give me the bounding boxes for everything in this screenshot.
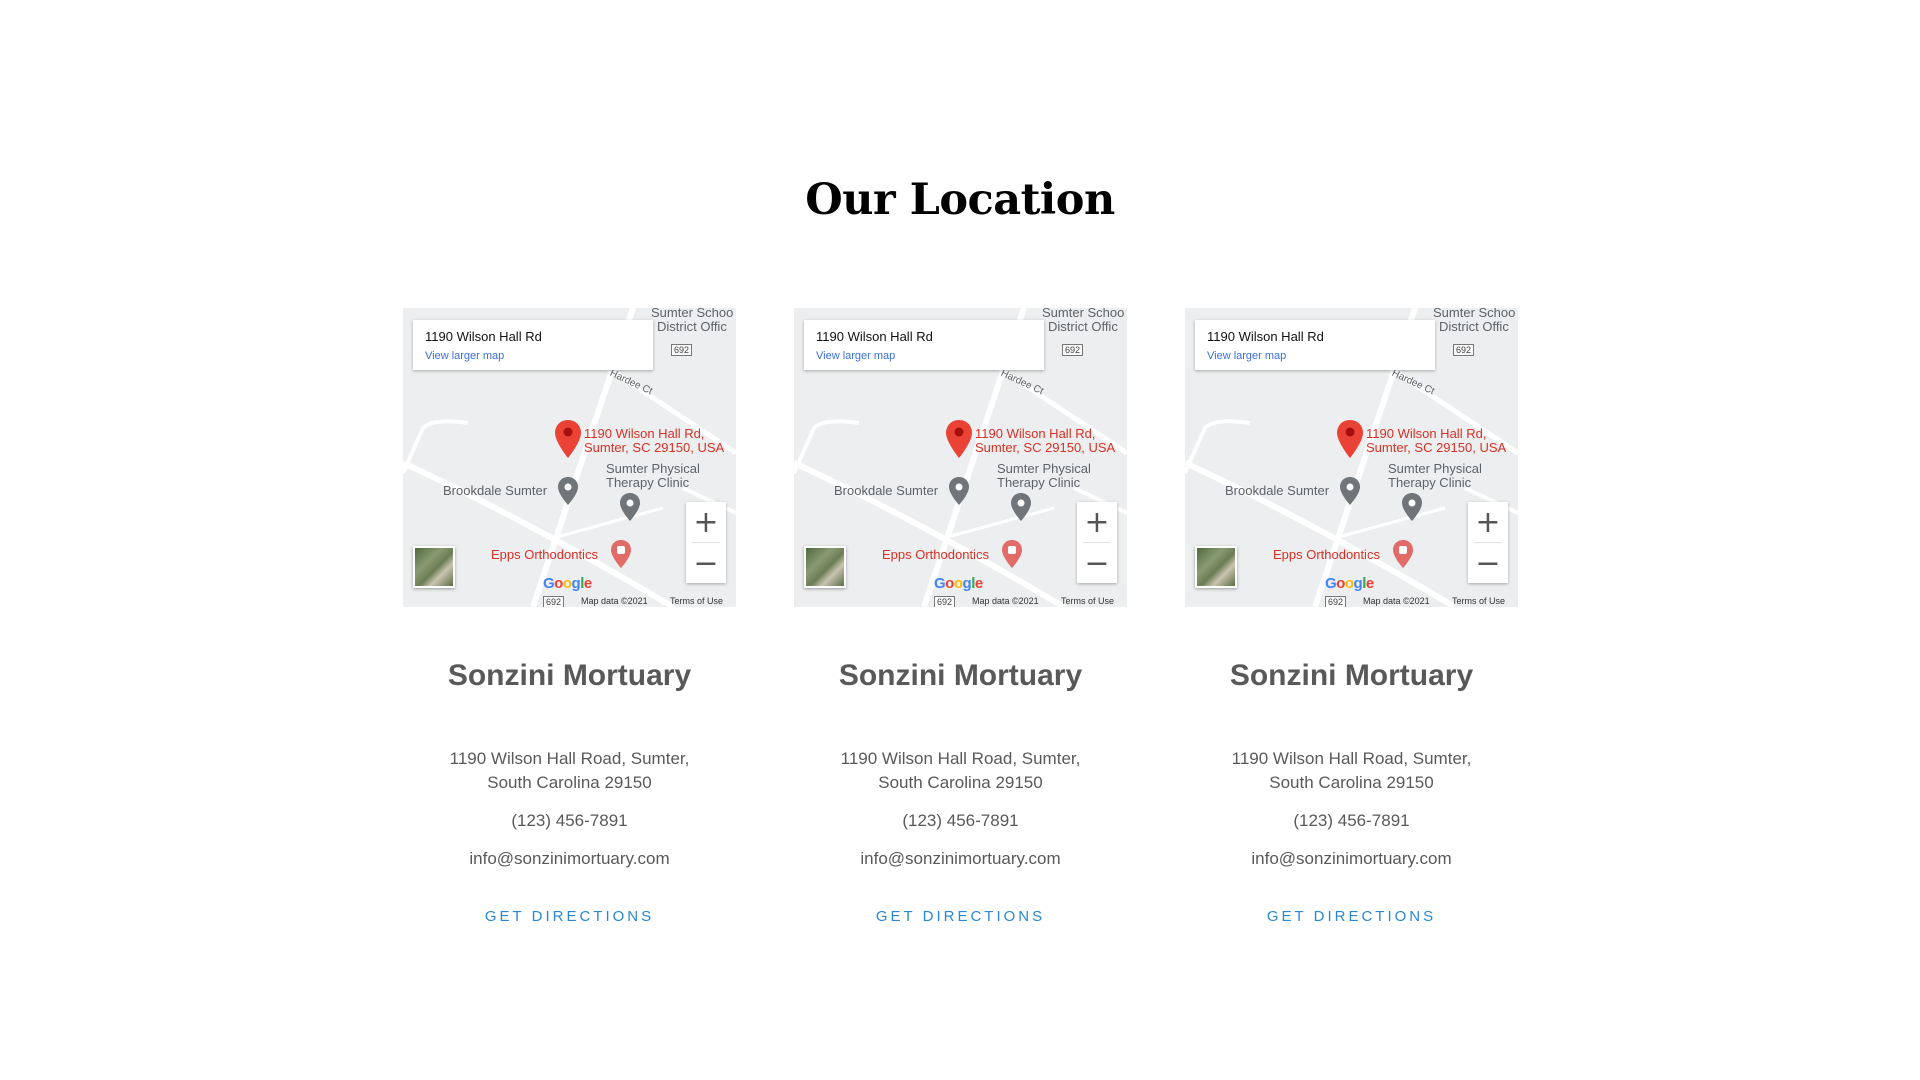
route-shield: 692 xyxy=(934,596,956,607)
route-shield: 692 xyxy=(1453,344,1475,356)
map-zoom-control: + − xyxy=(686,502,726,583)
poi-label: Brookdale Sumter xyxy=(1225,483,1330,498)
terms-of-use-link[interactable]: Terms of Use xyxy=(670,596,723,606)
tooth-marker-icon[interactable] xyxy=(1002,540,1022,568)
map-pin-icon[interactable] xyxy=(1337,420,1363,458)
location-card: Sumter Schoo District Offic 692 Hardee C… xyxy=(403,308,736,925)
get-directions-link[interactable]: GET DIRECTIONS xyxy=(485,908,654,925)
poi-marker-icon[interactable] xyxy=(558,477,578,505)
poi-marker-icon[interactable] xyxy=(620,493,640,521)
location-card: Sumter Schoo District Offic 692 Hardee C… xyxy=(1185,308,1518,925)
zoom-out-button[interactable]: − xyxy=(1468,543,1508,583)
google-logo: Google xyxy=(1325,575,1374,592)
google-logo: Google xyxy=(543,575,592,592)
route-shield: 692 xyxy=(671,344,693,356)
map-top-label: District Offic xyxy=(1048,319,1118,334)
route-shield: 692 xyxy=(1062,344,1084,356)
pin-address-label: 1190 Wilson Hall Rd, xyxy=(1366,426,1487,441)
view-larger-map-link[interactable]: View larger map xyxy=(816,350,895,362)
pin-address-label: Sumter, SC 29150, USA xyxy=(975,440,1116,455)
poi-marker-icon[interactable] xyxy=(1402,493,1422,521)
terms-of-use-link[interactable]: Terms of Use xyxy=(1061,596,1114,606)
poi-label: Brookdale Sumter xyxy=(443,483,548,498)
satellite-view-button[interactable] xyxy=(413,546,455,588)
address-line: South Carolina 29150 xyxy=(1269,773,1434,792)
poi-label: Brookdale Sumter xyxy=(834,483,939,498)
map-top-label: District Offic xyxy=(1439,319,1509,334)
route-shield: 692 xyxy=(1325,596,1347,607)
poi-marker-icon[interactable] xyxy=(949,477,969,505)
map-info-title: 1190 Wilson Hall Rd xyxy=(1207,329,1324,344)
location-phone[interactable]: (123) 456-7891 xyxy=(1293,811,1409,831)
map-zoom-control: + − xyxy=(1468,502,1508,583)
location-cards: Sumter Schoo District Offic 692 Hardee C… xyxy=(403,308,1518,925)
map-data-attribution: Map data ©2021 xyxy=(972,596,1039,606)
embedded-map[interactable]: Sumter Schoo District Offic 692 Hardee C… xyxy=(1185,308,1518,607)
map-info-box: 1190 Wilson Hall Rd View larger map xyxy=(413,320,653,370)
poi-label: Epps Orthodontics xyxy=(882,547,989,562)
satellite-view-button[interactable] xyxy=(804,546,846,588)
location-name: Sonzini Mortuary xyxy=(1229,659,1474,692)
poi-label: Epps Orthodontics xyxy=(491,547,598,562)
location-address: 1190 Wilson Hall Road, Sumter, South Car… xyxy=(1232,747,1472,795)
map-info-title: 1190 Wilson Hall Rd xyxy=(816,329,933,344)
location-phone[interactable]: (123) 456-7891 xyxy=(902,811,1018,831)
poi-label: Sumter Physical xyxy=(1388,461,1482,476)
pin-address-label: 1190 Wilson Hall Rd, xyxy=(975,426,1096,441)
map-zoom-control: + − xyxy=(1077,502,1117,583)
map-data-attribution: Map data ©2021 xyxy=(1363,596,1430,606)
zoom-in-button[interactable]: + xyxy=(1077,502,1117,542)
address-line: 1190 Wilson Hall Road, Sumter, xyxy=(840,749,1081,768)
get-directions-link[interactable]: GET DIRECTIONS xyxy=(876,908,1045,925)
location-email[interactable]: info@sonzinimortuary.com xyxy=(860,849,1060,869)
map-info-box: 1190 Wilson Hall Rd View larger map xyxy=(804,320,1044,370)
embedded-map[interactable]: Sumter Schoo District Offic 692 Hardee C… xyxy=(403,308,736,607)
map-pin-icon[interactable] xyxy=(555,420,581,458)
location-email[interactable]: info@sonzinimortuary.com xyxy=(1251,849,1451,869)
poi-label: Therapy Clinic xyxy=(1388,475,1472,490)
zoom-out-button[interactable]: − xyxy=(686,543,726,583)
route-shield: 692 xyxy=(543,596,565,607)
poi-marker-icon[interactable] xyxy=(1340,477,1360,505)
map-info-box: 1190 Wilson Hall Rd View larger map xyxy=(1195,320,1435,370)
satellite-view-button[interactable] xyxy=(1195,546,1237,588)
poi-label: Sumter Physical xyxy=(606,461,700,476)
location-phone[interactable]: (123) 456-7891 xyxy=(511,811,627,831)
pin-address-label: Sumter, SC 29150, USA xyxy=(1366,440,1507,455)
tooth-marker-icon[interactable] xyxy=(611,540,631,568)
poi-label: Therapy Clinic xyxy=(997,475,1081,490)
poi-marker-icon[interactable] xyxy=(1011,493,1031,521)
location-card: Sumter Schoo District Offic 692 Hardee C… xyxy=(794,308,1127,925)
get-directions-link[interactable]: GET DIRECTIONS xyxy=(1267,908,1436,925)
location-name: Sonzini Mortuary xyxy=(447,659,692,692)
pin-address-label: 1190 Wilson Hall Rd, xyxy=(584,426,705,441)
poi-label: Therapy Clinic xyxy=(606,475,690,490)
view-larger-map-link[interactable]: View larger map xyxy=(1207,350,1286,362)
map-info-title: 1190 Wilson Hall Rd xyxy=(425,329,542,344)
location-address: 1190 Wilson Hall Road, Sumter, South Car… xyxy=(841,747,1081,795)
google-logo: Google xyxy=(934,575,983,592)
pin-address-label: Sumter, SC 29150, USA xyxy=(584,440,725,455)
location-email[interactable]: info@sonzinimortuary.com xyxy=(469,849,669,869)
map-data-attribution: Map data ©2021 xyxy=(581,596,648,606)
terms-of-use-link[interactable]: Terms of Use xyxy=(1452,596,1505,606)
zoom-out-button[interactable]: − xyxy=(1077,543,1117,583)
address-line: 1190 Wilson Hall Road, Sumter, xyxy=(1231,749,1472,768)
section-title: Our Location xyxy=(805,175,1115,225)
zoom-in-button[interactable]: + xyxy=(686,502,726,542)
address-line: 1190 Wilson Hall Road, Sumter, xyxy=(449,749,690,768)
poi-label: Sumter Physical xyxy=(997,461,1091,476)
embedded-map[interactable]: Sumter Schoo District Offic 692 Hardee C… xyxy=(794,308,1127,607)
poi-label: Epps Orthodontics xyxy=(1273,547,1380,562)
view-larger-map-link[interactable]: View larger map xyxy=(425,350,504,362)
location-name: Sonzini Mortuary xyxy=(838,659,1083,692)
tooth-marker-icon[interactable] xyxy=(1393,540,1413,568)
address-line: South Carolina 29150 xyxy=(878,773,1043,792)
zoom-in-button[interactable]: + xyxy=(1468,502,1508,542)
map-top-label: District Offic xyxy=(657,319,727,334)
map-pin-icon[interactable] xyxy=(946,420,972,458)
address-line: South Carolina 29150 xyxy=(487,773,652,792)
location-address: 1190 Wilson Hall Road, Sumter, South Car… xyxy=(450,747,690,795)
